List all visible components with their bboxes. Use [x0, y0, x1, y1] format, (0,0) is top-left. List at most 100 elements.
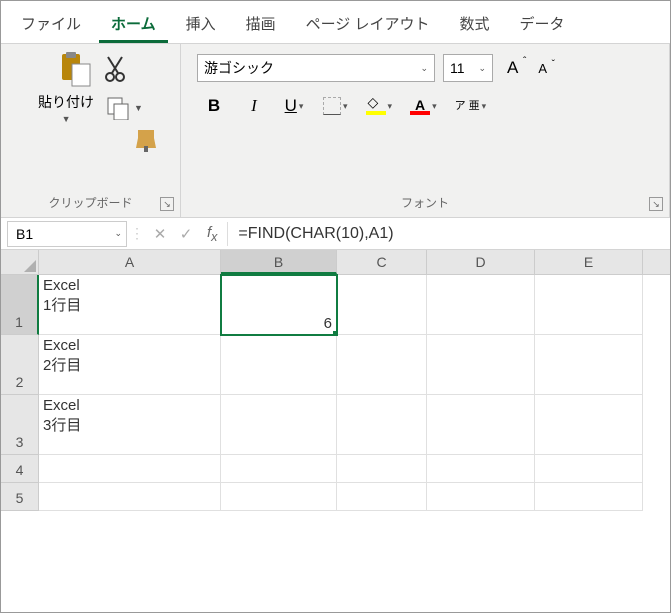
formula-bar: B1 ⌄ ⋮ ✕ ✓ fx =FIND(CHAR(10),A1)	[1, 218, 670, 250]
underline-button[interactable]: U▾	[283, 96, 305, 116]
row-header-4[interactable]: 4	[1, 455, 39, 483]
font-name-value: 游ゴシック	[204, 58, 274, 78]
chevron-down-icon: ▾	[432, 101, 437, 112]
tab-formulas[interactable]: 数式	[447, 5, 501, 43]
col-header-c[interactable]: C	[337, 250, 427, 274]
cell-c3[interactable]	[337, 395, 427, 455]
column-headers: A B C D E	[1, 250, 670, 275]
cell-b3[interactable]	[221, 395, 337, 455]
font-size-select[interactable]: 11 ⌄	[443, 54, 493, 82]
cell-c1[interactable]	[337, 275, 427, 335]
name-box-value: B1	[16, 226, 33, 242]
spreadsheet-grid: A B C D E 1 Excel 1行目 6 2 Excel 2行目 3 Ex…	[1, 250, 670, 511]
format-painter-button[interactable]	[134, 128, 160, 152]
chevron-down-icon: ▾	[343, 101, 348, 112]
bold-button[interactable]: B	[203, 96, 225, 116]
tab-file[interactable]: ファイル	[9, 5, 93, 43]
tab-page-layout[interactable]: ページ レイアウト	[294, 5, 442, 43]
border-icon	[323, 97, 341, 115]
cell-a5[interactable]	[39, 483, 221, 511]
ribbon-tabs: ファイル ホーム 挿入 描画 ページ レイアウト 数式 データ	[1, 1, 670, 44]
row-1: 1 Excel 1行目 6	[1, 275, 670, 335]
ribbon: 貼り付け ▼ ▼ クリップボード ↘ 游ゴシック	[1, 44, 670, 218]
row-header-2[interactable]: 2	[1, 335, 39, 395]
group-clipboard: 貼り付け ▼ ▼ クリップボード ↘	[1, 44, 181, 217]
row-3: 3 Excel 3行目	[1, 395, 670, 455]
cell-d2[interactable]	[427, 335, 535, 395]
copy-button[interactable]: ▼	[106, 96, 143, 120]
row-header-5[interactable]: 5	[1, 483, 39, 511]
decrease-font-button[interactable]: Aˇ	[532, 61, 553, 76]
cell-e1[interactable]	[535, 275, 643, 335]
paste-label: 貼り付け	[38, 92, 94, 112]
chevron-down-icon: ▼	[134, 103, 143, 113]
ruby-icon: ア 亜	[455, 101, 480, 111]
divider: ⋮	[127, 225, 147, 242]
cell-b2[interactable]	[221, 335, 337, 395]
cell-e5[interactable]	[535, 483, 643, 511]
col-header-b[interactable]: B	[221, 250, 337, 274]
cell-a3[interactable]: Excel 3行目	[39, 395, 221, 455]
group-label-clipboard: クリップボード ↘	[11, 190, 170, 215]
font-color-button[interactable]: A▾	[410, 97, 437, 115]
tab-insert[interactable]: 挿入	[174, 5, 228, 43]
cell-d3[interactable]	[427, 395, 535, 455]
chevron-down-icon: ⌄	[114, 228, 122, 239]
col-header-e[interactable]: E	[535, 250, 643, 274]
font-size-value: 11	[450, 60, 465, 76]
italic-button[interactable]: I	[243, 96, 265, 116]
formula-input[interactable]: =FIND(CHAR(10),A1)	[230, 225, 670, 243]
select-all-corner[interactable]	[1, 250, 39, 274]
chevron-down-icon: ⌄	[420, 63, 428, 74]
scissors-icon	[104, 55, 126, 83]
dialog-launcher-icon[interactable]: ↘	[160, 197, 174, 211]
border-button[interactable]: ▾	[323, 97, 348, 115]
chevron-down-icon: ▾	[388, 101, 393, 112]
copy-icon	[106, 96, 130, 120]
font-name-select[interactable]: 游ゴシック ⌄	[197, 54, 435, 82]
cell-a2[interactable]: Excel 2行目	[39, 335, 221, 395]
cell-e2[interactable]	[535, 335, 643, 395]
row-header-3[interactable]: 3	[1, 395, 39, 455]
dialog-launcher-icon[interactable]: ↘	[649, 197, 663, 211]
row-4: 4	[1, 455, 670, 483]
cell-e4[interactable]	[535, 455, 643, 483]
accept-formula-button[interactable]: ✓	[173, 225, 199, 243]
cell-b5[interactable]	[221, 483, 337, 511]
row-header-1[interactable]: 1	[1, 275, 39, 335]
clipboard-icon	[56, 50, 92, 88]
col-header-a[interactable]: A	[39, 250, 221, 274]
tab-home[interactable]: ホーム	[99, 5, 168, 43]
cut-button[interactable]	[104, 55, 126, 83]
cell-c5[interactable]	[337, 483, 427, 511]
cell-a1[interactable]: Excel 1行目	[39, 275, 221, 335]
increase-font-button[interactable]: Aˆ	[501, 58, 524, 78]
group-label-font: フォント ↘	[191, 190, 659, 215]
cell-e3[interactable]	[535, 395, 643, 455]
col-header-d[interactable]: D	[427, 250, 535, 274]
ruby-button[interactable]: ア 亜▾	[455, 101, 487, 112]
fx-button[interactable]: fx	[207, 224, 217, 244]
cell-d4[interactable]	[427, 455, 535, 483]
tab-draw[interactable]: 描画	[234, 5, 288, 43]
chevron-down-icon: ⌄	[478, 63, 486, 74]
cell-b4[interactable]	[221, 455, 337, 483]
chevron-down-icon: ▼	[62, 114, 71, 124]
paste-label-button[interactable]: 貼り付け ▼	[38, 92, 94, 124]
cell-d1[interactable]	[427, 275, 535, 335]
cell-a4[interactable]	[39, 455, 221, 483]
font-color-icon: A	[410, 97, 430, 115]
cell-c4[interactable]	[337, 455, 427, 483]
tab-data[interactable]: データ	[508, 5, 577, 43]
name-box[interactable]: B1 ⌄	[7, 221, 127, 247]
paste-button[interactable]	[56, 50, 92, 88]
cell-c2[interactable]	[337, 335, 427, 395]
cell-d5[interactable]	[427, 483, 535, 511]
chevron-down-icon: ▾	[299, 101, 304, 112]
cancel-formula-button[interactable]: ✕	[147, 225, 173, 243]
bucket-icon	[366, 97, 386, 115]
row-2: 2 Excel 2行目	[1, 335, 670, 395]
group-font: 游ゴシック ⌄ 11 ⌄ Aˆ Aˇ B I U▾ ▾	[181, 44, 670, 217]
cell-b1[interactable]: 6	[221, 275, 337, 335]
fill-color-button[interactable]: ▾	[366, 97, 393, 115]
